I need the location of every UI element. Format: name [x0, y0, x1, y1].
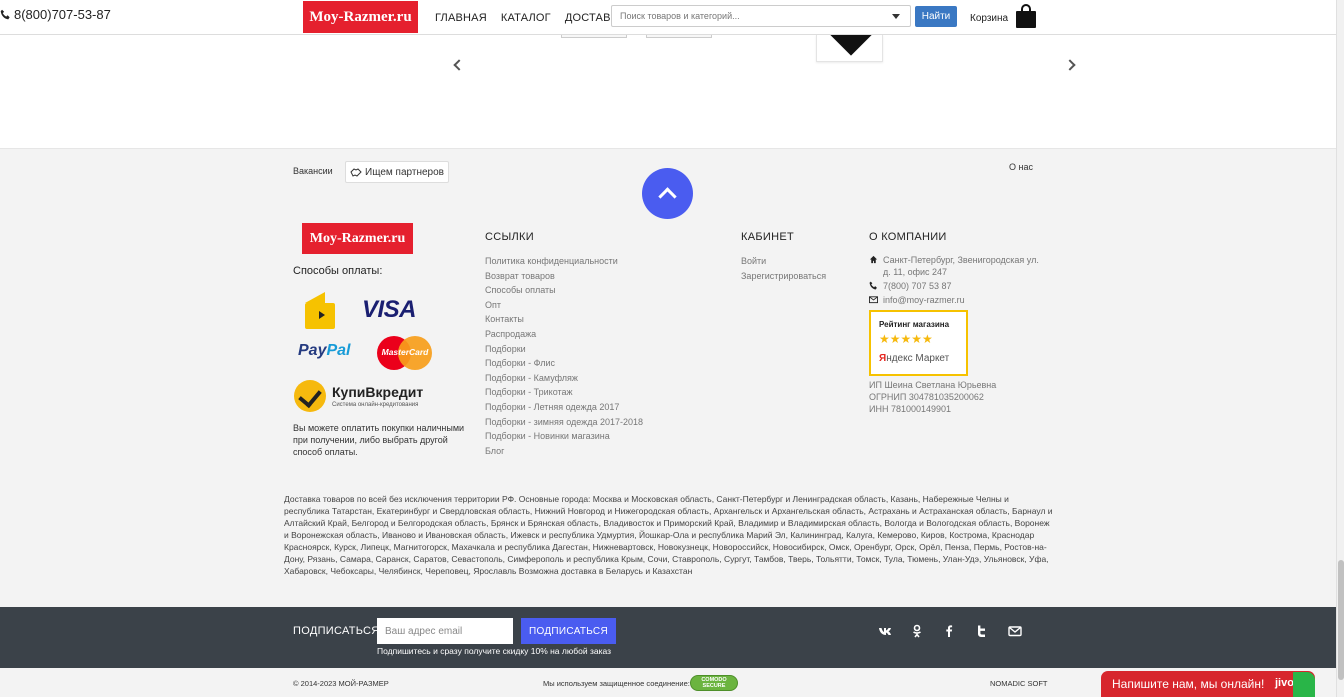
secure-connection-text: Мы используем защищенное соединение:	[543, 679, 690, 688]
header-phone[interactable]: 8(800)707-53-87	[0, 7, 111, 22]
vacancies-link[interactable]: Вакансии	[293, 166, 333, 176]
scrollbar-thumb[interactable]	[1338, 560, 1344, 680]
phone-icon	[0, 9, 10, 20]
footer-link[interactable]: Способы оплаты	[485, 283, 643, 298]
footer: Moy-Razmer.ru Способы оплаты: VISA PayPa…	[0, 194, 1336, 607]
footer-link[interactable]: Контакты	[485, 312, 643, 327]
chevron-down-icon[interactable]	[892, 14, 900, 19]
footer-logo[interactable]: Moy-Razmer.ru	[302, 223, 413, 254]
footer-link[interactable]: Подборки	[485, 342, 643, 357]
partners-label: Ищем партнеров	[365, 166, 444, 178]
carousel-item[interactable]	[646, 35, 712, 38]
footer-link[interactable]: Политика конфиденциальности	[485, 254, 643, 269]
links-title: ССЫЛКИ	[485, 231, 534, 243]
chat-brand: jivo	[1275, 677, 1294, 689]
carousel-item-image[interactable]	[816, 10, 883, 62]
subscribe-hint: Подпишитесь и сразу получите скидку 10% …	[377, 646, 611, 656]
vk-icon[interactable]	[878, 624, 892, 638]
checkmark-icon	[294, 380, 326, 412]
footer-link[interactable]: Опт	[485, 298, 643, 313]
legal-info: ИП Шеина Светлана Юрьевна ОГРНИП 3047810…	[869, 380, 997, 414]
footer-link[interactable]: Блог	[485, 444, 643, 459]
search-placeholder: Поиск товаров и категорий...	[620, 11, 740, 21]
payment-note: Вы можете оплатить покупки наличными при…	[293, 423, 465, 457]
chat-message: Напишите нам, мы онлайн!	[1112, 677, 1265, 691]
footer-link[interactable]: Подборки - Флис	[485, 356, 643, 371]
company-email[interactable]: info@moy-razmer.ru	[869, 294, 1049, 306]
cabinet-links: Войти Зарегистрироваться	[741, 254, 826, 283]
subscribe-button[interactable]: ПОДПИСАТЬСЯ	[521, 618, 616, 644]
carousel-next-icon[interactable]	[1064, 59, 1076, 71]
rating-title: Рейтинг магазина	[879, 320, 950, 329]
login-link[interactable]: Войти	[741, 254, 826, 269]
company-address: Санкт-Петербург, Звенигородская ул. д. 1…	[869, 254, 1049, 278]
scroll-to-top-button[interactable]	[642, 168, 693, 219]
search-input[interactable]: Поиск товаров и категорий...	[611, 5, 911, 27]
paypal-logo: PayPal	[298, 342, 351, 359]
company-contacts: Санкт-Петербург, Звенигородская ул. д. 1…	[869, 254, 1049, 308]
home-icon	[869, 255, 878, 264]
nav-catalog[interactable]: КАТАЛОГ	[501, 12, 551, 24]
company-title: О КОМПАНИИ	[869, 231, 947, 243]
twitter-icon[interactable]	[975, 624, 989, 638]
mastercard-logo: MasterCard	[377, 336, 433, 370]
footer-link[interactable]: Распродажа	[485, 327, 643, 342]
mail-icon[interactable]	[1008, 624, 1022, 638]
partners-button[interactable]: Ищем партнеров	[345, 161, 449, 183]
search-button[interactable]: Найти	[915, 6, 957, 27]
star-rating-icon: ★★★★★	[879, 332, 933, 346]
nav-home[interactable]: ГЛАВНАЯ	[435, 12, 487, 24]
chat-widget[interactable]: Напишите нам, мы онлайн! jivo	[1101, 671, 1315, 697]
yandex-market-rating[interactable]: Рейтинг магазина ★★★★★ Яндекс Маркет	[869, 310, 968, 376]
shopping-bag-icon[interactable]	[1015, 3, 1037, 29]
comodo-badge: COMODO SECURE	[690, 675, 738, 691]
cabinet-title: КАБИНЕТ	[741, 231, 794, 243]
footer-link[interactable]: Подборки - зимняя одежда 2017-2018	[485, 415, 643, 430]
odnoklassniki-icon[interactable]	[910, 624, 924, 638]
company-phone[interactable]: 7(800) 707 53 87	[869, 280, 1049, 292]
site-logo[interactable]: Moy-Razmer.ru	[303, 1, 418, 33]
footer-links: Политика конфиденциальности Возврат това…	[485, 254, 643, 458]
about-link[interactable]: О нас	[1009, 162, 1033, 172]
chevron-up-icon	[658, 187, 677, 206]
register-link[interactable]: Зарегистрироваться	[741, 269, 826, 284]
envelope-icon	[869, 296, 878, 304]
carousel-prev-icon[interactable]	[453, 59, 465, 71]
payment-title: Способы оплаты:	[293, 265, 383, 277]
yandex-market-logo: Яндекс Маркет	[879, 353, 950, 364]
phone-icon	[869, 281, 877, 290]
footer-link[interactable]: Подборки - Трикотаж	[485, 385, 643, 400]
footer-link[interactable]: Подборки - Камуфляж	[485, 371, 643, 386]
scrollbar[interactable]	[1336, 0, 1344, 697]
carousel-item[interactable]	[561, 35, 627, 38]
footer-link[interactable]: Подборки - Новинки магазина	[485, 429, 643, 444]
subscribe-bar: ПОДПИСАТЬСЯ ПОДПИСАТЬСЯ Подпишитесь и ср…	[0, 607, 1336, 668]
subscribe-label: ПОДПИСАТЬСЯ	[293, 625, 380, 637]
yandex-money-icon	[305, 292, 335, 329]
delivery-text: Доставка товаров по всей без исключения …	[284, 494, 1053, 576]
product-carousel	[0, 10, 1336, 148]
email-field[interactable]	[377, 618, 513, 644]
footer-link[interactable]: Подборки - Летняя одежда 2017	[485, 400, 643, 415]
handshake-icon	[350, 167, 362, 177]
cart-label[interactable]: Корзина	[970, 13, 1008, 24]
facebook-icon[interactable]	[942, 624, 956, 638]
main-nav: ГЛАВНАЯ КАТАЛОГ ДОСТАВКА	[435, 12, 625, 24]
chat-status-icon	[1293, 672, 1315, 697]
phone-number: 8(800)707-53-87	[14, 7, 111, 22]
footer-link[interactable]: Возврат товаров	[485, 269, 643, 284]
visa-logo: VISA	[362, 296, 417, 323]
copyright: © 2014-2023 МОЙ-РАЗМЕР	[293, 679, 389, 688]
developer-credit[interactable]: NOMADIC SOFT	[990, 679, 1048, 688]
top-header: 8(800)707-53-87 Moy-Razmer.ru ГЛАВНАЯ КА…	[0, 0, 1336, 35]
kupivkredit-logo: КупиВкредит Система онлайн-кредитования	[294, 380, 434, 414]
